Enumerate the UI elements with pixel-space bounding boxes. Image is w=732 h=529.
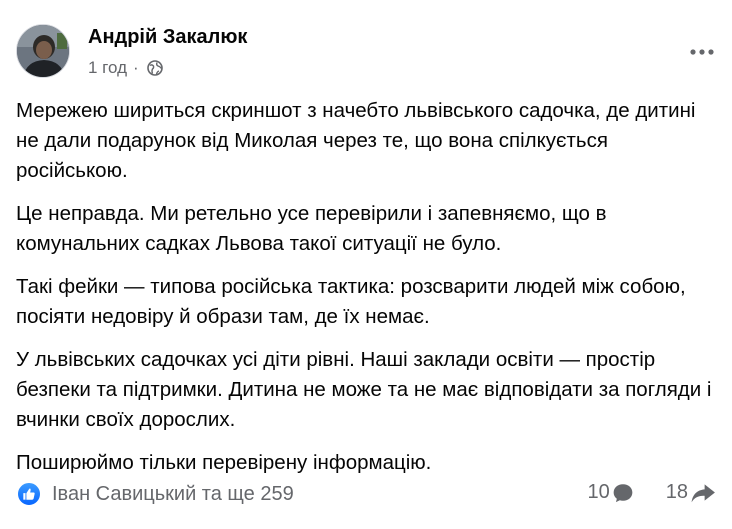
shares-count-button[interactable]: 18 [666, 481, 716, 504]
share-icon [691, 483, 715, 502]
post-time[interactable]: 1 год [88, 58, 127, 78]
avatar-photo [17, 25, 69, 77]
author-name[interactable]: Андрій Закалюк [88, 26, 247, 49]
comments-count-button[interactable]: 10 [588, 481, 634, 504]
post-paragraph: Мережею шириться скриншот з начебто льві… [16, 99, 696, 182]
post-footer: Іван Савицький та ще 259 10 18 [16, 481, 716, 513]
post-paragraph: У львівських садочках усі діти рівні. На… [16, 348, 712, 431]
globe-icon [146, 60, 163, 76]
reactions-text: Іван Савицький та ще 259 [52, 482, 294, 505]
more-options-icon[interactable] [688, 40, 716, 64]
comment-icon [613, 483, 633, 502]
post-paragraph: Це неправда. Ми ретельно усе перевірили … [16, 202, 607, 255]
meta-separator: · [133, 58, 139, 77]
post-paragraph: Поширюймо тільки перевірену інформацію. [16, 451, 432, 474]
post-meta: 1 год · [88, 58, 163, 78]
post-stats: 10 18 [588, 481, 717, 504]
reactions-summary[interactable]: Іван Савицький та ще 259 [16, 481, 294, 507]
post-header: Андрій Закалюк 1 год · [16, 24, 716, 84]
shares-count: 18 [665, 481, 688, 503]
post-paragraph: Такі фейки — типова російська тактика: р… [16, 275, 686, 328]
post-body: Мережею шириться скриншот з начебто льві… [16, 96, 716, 491]
like-icon [16, 481, 42, 507]
author-avatar[interactable] [16, 24, 70, 78]
comments-count: 10 [587, 481, 610, 503]
facebook-post: Андрій Закалюк 1 год · Мережею шириться … [0, 0, 732, 529]
